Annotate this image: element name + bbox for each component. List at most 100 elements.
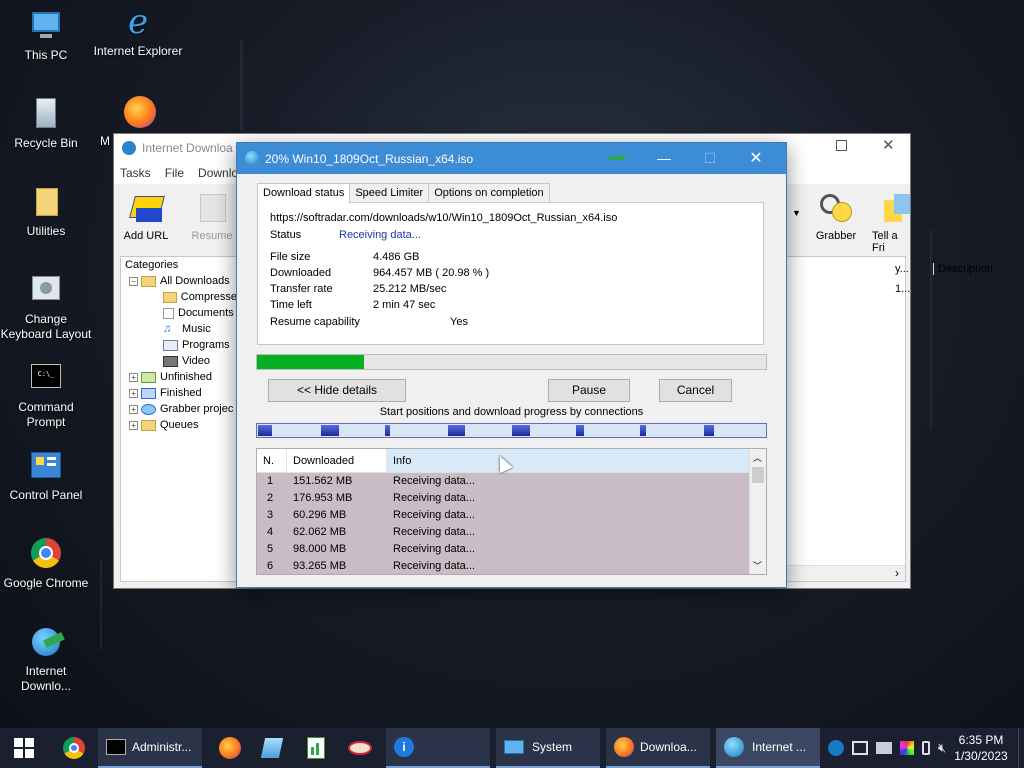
taskbar-system[interactable]: System	[496, 728, 600, 768]
download-progress-dialog[interactable]: 20% Win10_1809Oct_Russian_x64.iso — ☐ ✕ …	[236, 142, 787, 588]
menu-downloads[interactable]: Downlo	[198, 166, 238, 180]
category-programs[interactable]: Programs	[121, 337, 237, 353]
color-settings-icon[interactable]	[900, 741, 914, 755]
chevron-right-icon[interactable]: ›	[895, 566, 899, 580]
paint-icon	[348, 741, 372, 755]
tell-a-friend-button[interactable]: Tell a Fri	[862, 188, 912, 254]
connection-downloaded: 60.296 MB	[293, 509, 347, 521]
cancel-button[interactable]: Cancel	[659, 379, 732, 402]
table-row[interactable]: 2 176.953 MB Receiving data...	[257, 490, 749, 507]
column-header-info[interactable]: Info	[387, 449, 749, 472]
grabber-button[interactable]: Grabber	[804, 188, 868, 242]
volume-muted-icon[interactable]: 🔇︎	[938, 740, 946, 756]
idm-tray-icon[interactable]	[828, 740, 844, 756]
category-finished[interactable]: + Finished	[121, 385, 237, 401]
display-icon[interactable]	[876, 742, 892, 754]
category-queues[interactable]: + Queues	[121, 417, 237, 433]
taskbar-firefox[interactable]	[212, 728, 248, 768]
unfinished-folder-icon	[141, 371, 156, 383]
column-header-description[interactable]: Description	[933, 263, 993, 275]
desktop-icon-recycle-bin[interactable]: Recycle Bin	[0, 96, 92, 151]
chevron-down-icon[interactable]: ▼	[792, 208, 801, 218]
resume-capability-value: Yes	[450, 316, 468, 328]
chrome-icon	[28, 536, 64, 572]
menu-tasks[interactable]: Tasks	[120, 166, 151, 180]
maximize-icon[interactable]	[836, 140, 847, 151]
categories-tree: Categories − All Downloads Compresse Doc…	[120, 256, 238, 582]
tab-speed-limiter[interactable]: Speed Limiter	[349, 183, 430, 203]
tray-arrow-icon	[609, 156, 625, 160]
resume-button[interactable]: Resume	[180, 188, 244, 242]
taskbar-app-icon[interactable]	[342, 728, 378, 768]
taskbar-chrome[interactable]	[56, 728, 92, 768]
category-documents[interactable]: Documents	[121, 305, 237, 321]
scroll-down-icon[interactable]: ﹀	[753, 559, 762, 572]
taskbar-firefox-downloads[interactable]: Downloa...	[606, 728, 710, 768]
taskbar-app-icon[interactable]	[298, 728, 334, 768]
desktop-icon-utilities[interactable]: Utilities	[0, 184, 92, 239]
expand-icon[interactable]: +	[129, 388, 138, 398]
table-row[interactable]: 1 151.562 MB Receiving data...	[257, 473, 749, 490]
usb-icon[interactable]	[922, 741, 930, 755]
add-url-label: Add URL	[123, 230, 169, 242]
table-row[interactable]: 6 93.265 MB Receiving data...	[257, 558, 749, 574]
scroll-thumb[interactable]	[752, 467, 764, 483]
connection-number: 1	[267, 475, 274, 487]
category-label: Queues	[160, 419, 199, 431]
menu-file[interactable]: File	[165, 166, 184, 180]
taskbar-label: System	[532, 740, 573, 754]
file-row-partial[interactable]: 1...	[895, 283, 910, 295]
table-row[interactable]: 5 98.000 MB Receiving data...	[257, 541, 749, 558]
idm-globe-icon	[245, 151, 259, 165]
firefox-icon	[614, 737, 634, 757]
pause-button[interactable]: Pause	[548, 379, 630, 402]
dialog-titlebar[interactable]: 20% Win10_1809Oct_Russian_x64.iso — ☐ ✕	[237, 143, 786, 174]
expand-icon[interactable]: +	[129, 420, 138, 430]
taskbar-info[interactable]: i	[386, 728, 490, 768]
taskbar-command-prompt[interactable]: Administr...	[98, 728, 202, 768]
close-icon[interactable]: ✕	[882, 136, 895, 154]
desktop-icon-control-panel[interactable]: Control Panel	[0, 448, 92, 503]
column-header-partial[interactable]: y...	[895, 263, 909, 275]
desktop-icon-idm[interactable]: Internet Downlo...	[0, 624, 92, 694]
vertical-scrollbar[interactable]: ︿ ﹀	[749, 449, 766, 574]
add-url-button[interactable]: Add URL	[114, 188, 178, 242]
maximize-button: ☐	[703, 150, 717, 166]
column-header-n[interactable]: N.	[257, 449, 287, 472]
network-icon[interactable]	[852, 741, 868, 755]
start-button[interactable]	[0, 728, 48, 768]
category-label: Finished	[160, 387, 202, 399]
desktop-icon-command-prompt[interactable]: C:\_ Command Prompt	[0, 360, 92, 430]
clock[interactable]: 6:35 PM 1/30/2023	[950, 728, 1012, 768]
column-header-downloaded[interactable]: Downloaded	[287, 449, 387, 472]
grabber-project-icon	[141, 403, 156, 415]
table-row[interactable]: 4 62.062 MB Receiving data...	[257, 524, 749, 541]
connection-number: 4	[267, 526, 274, 538]
category-unfinished[interactable]: + Unfinished	[121, 369, 237, 385]
show-desktop-button[interactable]	[1018, 728, 1024, 768]
table-row[interactable]: 3 60.296 MB Receiving data...	[257, 507, 749, 524]
desktop-icon-label: Change Keyboard Layout	[0, 312, 92, 341]
close-button[interactable]: ✕	[733, 143, 779, 174]
expand-icon[interactable]: +	[129, 404, 138, 414]
minimize-button[interactable]: —	[641, 143, 687, 174]
desktop-icon-label: Internet Explorer	[93, 44, 183, 58]
taskbar-app-icon[interactable]	[254, 728, 290, 768]
category-music[interactable]: ♫ Music	[121, 321, 237, 337]
taskbar-internet-download-manager[interactable]: Internet ...	[716, 728, 820, 768]
category-all-downloads[interactable]: − All Downloads	[121, 273, 237, 289]
tab-options-on-completion[interactable]: Options on completion	[428, 183, 550, 203]
transfer-rate-value: 25.212 MB/sec	[373, 283, 447, 295]
category-grabber-projects[interactable]: + Grabber projec	[121, 401, 237, 417]
tab-download-status[interactable]: Download status	[257, 183, 351, 204]
collapse-icon[interactable]: −	[129, 276, 138, 286]
hide-details-button[interactable]: << Hide details	[268, 379, 406, 402]
desktop-icon-internet-explorer[interactable]: e Internet Explorer	[92, 4, 184, 59]
category-compressed[interactable]: Compresse	[121, 289, 237, 305]
expand-icon[interactable]: +	[129, 372, 138, 382]
desktop-icon-change-keyboard-layout[interactable]: Change Keyboard Layout	[0, 272, 92, 342]
category-video[interactable]: Video	[121, 353, 237, 369]
desktop-icon-google-chrome[interactable]: Google Chrome	[0, 536, 92, 591]
desktop-icon-this-pc[interactable]: This PC	[0, 8, 92, 63]
scroll-up-icon[interactable]: ︿	[753, 451, 762, 464]
